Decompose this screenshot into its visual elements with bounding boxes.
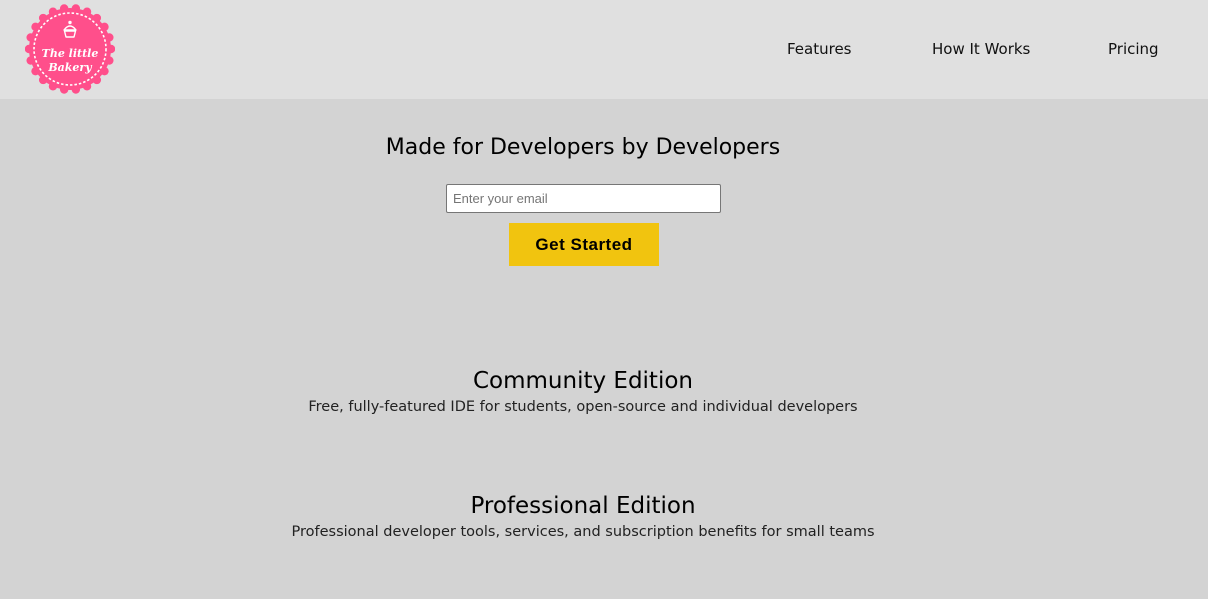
hero-title: Made for Developers by Developers [385,135,781,160]
professional-edition-description: Professional developer tools, services, … [291,524,875,540]
brand-logo[interactable]: The little Bakery [25,4,115,94]
bakery-badge-icon: The little Bakery [25,4,115,94]
nav-link-pricing[interactable]: Pricing [1108,40,1159,58]
svg-text:Bakery: Bakery [47,61,93,74]
nav-link-how-it-works[interactable]: How It Works [932,40,1030,58]
community-edition-description: Free, fully-featured IDE for students, o… [308,399,858,415]
professional-edition-title: Professional Edition [470,493,696,519]
svg-text:The little: The little [42,47,99,60]
nav-link-features[interactable]: Features [787,40,852,58]
community-edition-title: Community Edition [472,368,693,394]
site-header: The little Bakery Features How It Works … [0,0,1208,99]
get-started-button[interactable]: Get Started [509,223,659,266]
email-input[interactable] [446,184,721,213]
